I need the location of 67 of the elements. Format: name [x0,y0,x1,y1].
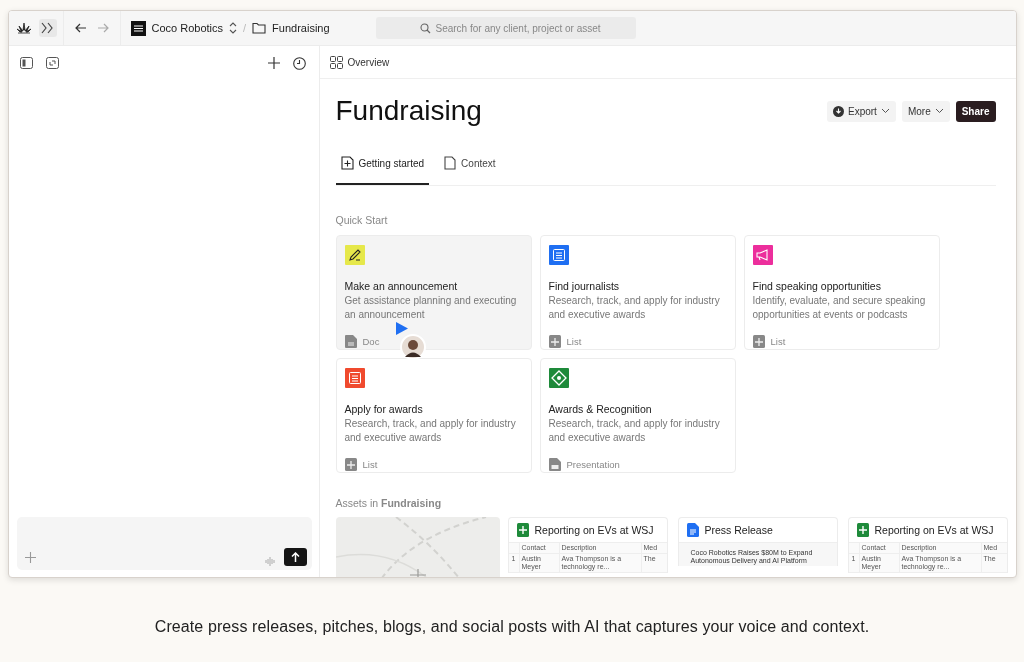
up-down-chevron-icon [229,22,238,34]
section-heading: Assets in Fundraising [335,497,443,509]
chat-composer[interactable] [16,517,312,570]
card-description: Research, track, and apply for industry and executive awards [548,294,721,322]
forward-arrow-icon [96,23,109,33]
page-tab[interactable]: Getting started [335,143,430,185]
card-description: Research, track, and apply for industry and executive awards [548,417,721,445]
avatar [399,334,426,360]
overview-tab[interactable]: Overview [329,55,390,69]
panel-toggle-icon[interactable] [17,54,36,72]
card-type-label: List [566,336,582,347]
send-button[interactable] [283,548,307,566]
card-title: Awards & Recognition [548,403,653,415]
card-description: Research, track, and apply for industry and executive awards [344,417,517,445]
quick-start-card[interactable]: Find journalists Research, track, and apply for industry and executive awards List [539,235,736,350]
double-chevron-icon [41,22,54,34]
lotus-logo-icon [16,22,31,34]
asset-title: Reporting on EVs at WSJ [534,524,654,536]
document-icon [344,335,357,348]
quick-start-card[interactable]: Find speaking opportunities Identify, evaluate, and secure speaking opportunities at events or podcasts List [743,235,940,350]
breadcrumb-separator: / [243,22,247,34]
document-icon [686,523,699,537]
card-title: Make an announcement [344,280,459,292]
card-type-label: List [362,459,378,470]
back-arrow-icon [74,23,87,33]
card-title: Find speaking opportunities [752,280,882,292]
cursor-icon [394,321,409,336]
more-button[interactable]: More [901,100,950,122]
expand-sidebar-button[interactable] [38,19,57,37]
add-file-icon [340,156,354,170]
search-field[interactable]: Search for any client, project or asset [375,17,636,39]
history-icon[interactable] [290,54,309,72]
fullscreen-icon[interactable] [43,54,62,72]
file-icon [444,156,457,170]
quick-start-card[interactable]: Awards & Recognition Research, track, and apply for industry and executive awards Presentation [539,358,736,473]
asset-title: Press Release [704,524,773,536]
grid-icon [329,55,343,69]
asset-title: Reporting on EVs at WSJ [874,524,994,536]
card-type-label: Doc [362,336,380,347]
spreadsheet-icon [856,523,869,537]
list-icon [548,335,561,348]
quick-start-card[interactable]: Apply for awards Research, track, and apply for industry and executive awards List [335,358,532,473]
up-arrow-icon [290,552,300,562]
folder-icon [252,22,267,34]
card-title: Apply for awards [344,403,424,415]
list-icon [752,335,765,348]
workspace-switcher[interactable]: Coco Robotics [130,20,238,36]
export-button[interactable]: Export [827,100,896,122]
page-tab[interactable]: Context [439,143,501,185]
share-button[interactable]: Share [955,100,996,122]
quick-start-card[interactable]: Make an announcement Get assistance planning and executing an announcement Doc [335,235,532,350]
chevron-down-icon [934,108,944,114]
chevron-down-icon [880,108,890,114]
card-description: Get assistance planning and executing an announcement [344,294,518,322]
card-title: Find journalists [548,280,621,292]
folder-breadcrumb[interactable]: Fundraising [252,22,330,34]
caption: Create press releases, pitches, blogs, and social posts with AI that captures your voice and context. [154,618,870,636]
workspace-logo-icon [130,20,146,36]
page-title: Fundraising [335,95,482,127]
spreadsheet-icon [516,523,529,537]
card-type-label: Presentation [566,459,620,470]
download-icon [833,105,844,117]
list-icon [344,458,357,471]
card-description: Identify, evaluate, and secure speaking opportunities at events or podcasts [752,294,927,322]
presentation-icon [548,458,561,471]
section-heading: Quick Start [335,214,389,226]
card-type-label: List [770,336,786,347]
